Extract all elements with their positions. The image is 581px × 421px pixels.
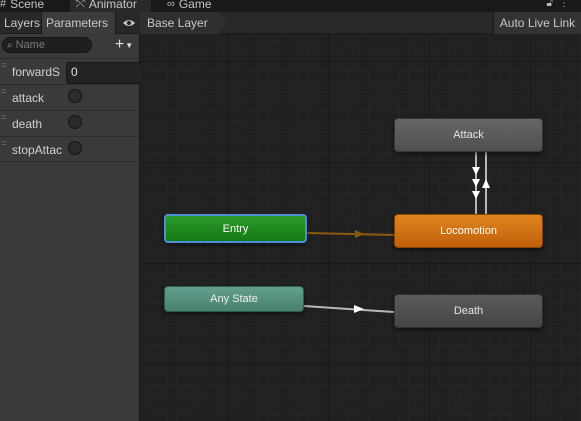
state-machine-graph[interactable]: Attack Locomotion Entry Any State Death [141,34,581,421]
transition-arrow-icon [472,167,480,175]
auto-live-link-button[interactable]: Auto Live Link [493,12,581,34]
window-menu[interactable]: 🔓︎⋮ [547,0,575,9]
window-tab-bar: # Scene ⤲ Animator ∞ Game 🔓︎⋮ [0,0,581,12]
parameter-row[interactable]: = stopAttac [0,136,140,162]
transition-arrow-icon [472,191,480,199]
add-parameter-button[interactable]: + ▼ [110,36,138,54]
float-value-field[interactable]: 0 [66,62,142,84]
gamepad-icon: ∞ [167,0,175,10]
transition-arrow-icon [355,230,364,238]
drag-handle-icon[interactable]: = [1,61,6,70]
kebab-menu-icon[interactable]: ⋮ [559,0,575,9]
transition-arrow-icon [472,179,480,187]
parameter-name: death [12,117,43,131]
trigger-toggle[interactable] [68,115,82,129]
tab-animator-label: Animator [88,0,137,11]
state-node-attack[interactable]: Attack [394,118,543,152]
grid-icon: # [0,0,7,10]
drag-handle-icon[interactable]: = [1,139,6,148]
search-box[interactable]: ⌕ [2,37,92,53]
tab-scene-label: Scene [10,0,45,11]
trigger-toggle[interactable] [68,141,82,155]
parameter-row[interactable]: = attack [0,84,140,110]
drag-handle-icon[interactable]: = [1,87,6,96]
layers-tab[interactable]: Layers [0,12,42,34]
transition-arrow-icon [482,179,490,188]
tab-game-label: Game [178,0,212,11]
tab-game[interactable]: ∞ Game [167,0,212,12]
state-node-death[interactable]: Death [394,294,543,328]
tab-animator[interactable]: ⤲ Animator [70,0,151,12]
animator-icon: ⤲ [76,0,85,10]
state-node-entry[interactable]: Entry [164,214,307,243]
state-node-locomotion[interactable]: Locomotion [394,214,543,248]
parameter-row[interactable]: = death [0,110,140,136]
search-icon: ⌕ [7,39,13,51]
plus-icon: + [114,36,125,53]
parameter-name: forwardS [12,65,61,79]
tab-scene[interactable]: # Scene [0,0,44,12]
transition-arrow-icon [354,305,364,313]
parameter-search-row: ⌕ +▼ [0,34,140,56]
animator-toolbar: Layers Parameters Base Layer Auto Live L… [0,12,581,34]
transition-entry-locomotion[interactable] [306,232,395,236]
transition-anystate-death[interactable] [303,305,395,313]
parameters-tab[interactable]: Parameters [42,12,116,34]
parameter-row[interactable]: = forwardS 0 [0,58,142,84]
drag-handle-icon[interactable]: = [1,113,6,122]
trigger-toggle[interactable] [68,89,82,103]
breadcrumb[interactable]: Base Layer [140,12,218,34]
lock-icon[interactable]: 🔓︎ [547,0,559,9]
state-node-any-state[interactable]: Any State [164,286,304,312]
parameter-name: stopAttac [12,143,63,157]
eye-icon[interactable] [118,12,140,34]
breadcrumb-arrow [218,12,227,34]
search-input[interactable] [15,39,80,51]
parameters-panel: ⌕ +▼ = forwardS 0 = attack = death = sto… [0,34,142,421]
chevron-down-icon: ▼ [125,40,134,50]
parameter-name: attack [12,91,45,105]
